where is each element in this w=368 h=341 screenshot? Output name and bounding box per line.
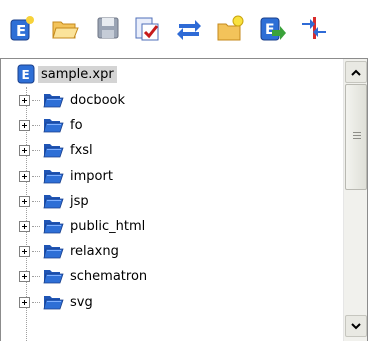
tree-item[interactable]: docbook <box>19 90 125 110</box>
save-icon <box>97 17 119 39</box>
tree-item-label: fxsl <box>70 142 93 158</box>
folder-icon <box>43 296 64 310</box>
tree-item-label: svg <box>70 294 93 310</box>
tree-root-label: sample.xpr <box>38 65 117 83</box>
validate-button[interactable] <box>131 13 163 43</box>
expand-icon[interactable] <box>19 94 30 106</box>
swap-icon <box>177 20 201 40</box>
tree-connector <box>32 301 40 303</box>
save-button[interactable] <box>92 13 124 43</box>
swap-button[interactable] <box>173 13 205 43</box>
new-folder-icon <box>217 15 244 41</box>
expand-icon[interactable] <box>19 220 30 232</box>
tree-connector <box>32 275 40 277</box>
tree-connector <box>32 175 40 177</box>
folder-icon <box>43 195 64 209</box>
tree-item[interactable]: import <box>19 166 113 186</box>
folder-icon <box>43 170 64 184</box>
tree-item[interactable]: public_html <box>19 216 145 236</box>
expand-icon[interactable] <box>19 245 30 257</box>
chevron-up-icon <box>351 69 361 76</box>
tree-connector <box>32 99 40 101</box>
project-file-icon: E <box>17 64 35 84</box>
tree-item-label: fo <box>70 117 83 133</box>
tree-item[interactable]: svg <box>19 292 93 312</box>
folder-icon <box>43 245 64 259</box>
svg-text:E: E <box>22 68 30 82</box>
expand-icon[interactable] <box>19 270 30 282</box>
split-button[interactable] <box>298 13 330 43</box>
tree-item-label: public_html <box>70 218 146 234</box>
chevron-down-icon <box>351 322 361 329</box>
folder-icon <box>43 220 64 234</box>
scroll-down-button[interactable] <box>345 315 367 337</box>
tree-item[interactable]: jsp <box>19 191 89 211</box>
add-file-icon: E <box>260 17 286 41</box>
tree-item-label: docbook <box>70 92 126 108</box>
tree-item-label: jsp <box>70 193 89 209</box>
validate-icon <box>135 17 159 41</box>
toolbar: E E <box>0 0 368 58</box>
new-project-icon: E <box>10 16 34 41</box>
expand-icon[interactable] <box>19 144 30 156</box>
open-folder-icon <box>52 21 79 39</box>
grip-line <box>353 135 361 136</box>
tree-connector <box>32 124 40 126</box>
vertical-scrollbar[interactable] <box>343 59 367 341</box>
new-folder-button[interactable] <box>214 13 246 43</box>
new-project-button[interactable]: E <box>6 13 38 43</box>
tree-item[interactable]: fo <box>19 115 83 135</box>
scroll-thumb[interactable] <box>345 84 367 190</box>
folder-icon <box>43 144 64 158</box>
tree-item-label: schematron <box>70 268 148 284</box>
tree-item[interactable]: relaxng <box>19 241 119 261</box>
tree-root[interactable]: E sample.xpr <box>17 63 117 85</box>
folder-icon <box>43 119 64 133</box>
tree-connector <box>32 149 40 151</box>
folder-icon <box>43 94 64 108</box>
open-button[interactable] <box>49 13 81 43</box>
grip-line <box>353 138 361 139</box>
tree-item-label: import <box>70 168 113 184</box>
tree-connector <box>32 250 40 252</box>
tree-item[interactable]: schematron <box>19 266 147 286</box>
grip-line <box>353 132 361 133</box>
project-tree-panel: E sample.xpr docbook fo fxsl import jsp publi… <box>0 58 368 341</box>
split-icon <box>302 17 326 39</box>
expand-icon[interactable] <box>19 170 30 182</box>
tree-connector <box>32 225 40 227</box>
expand-icon[interactable] <box>19 296 30 308</box>
tree-item-label: relaxng <box>70 243 119 259</box>
scroll-up-button[interactable] <box>345 61 367 83</box>
tree-connector <box>32 200 40 202</box>
svg-text:E: E <box>16 22 26 40</box>
project-tree: E sample.xpr docbook fo fxsl import jsp publi… <box>1 59 343 341</box>
tree-item[interactable]: fxsl <box>19 140 93 160</box>
expand-icon[interactable] <box>19 195 30 207</box>
add-file-button[interactable]: E <box>256 13 288 43</box>
folder-icon <box>43 270 64 284</box>
expand-icon[interactable] <box>19 119 30 131</box>
